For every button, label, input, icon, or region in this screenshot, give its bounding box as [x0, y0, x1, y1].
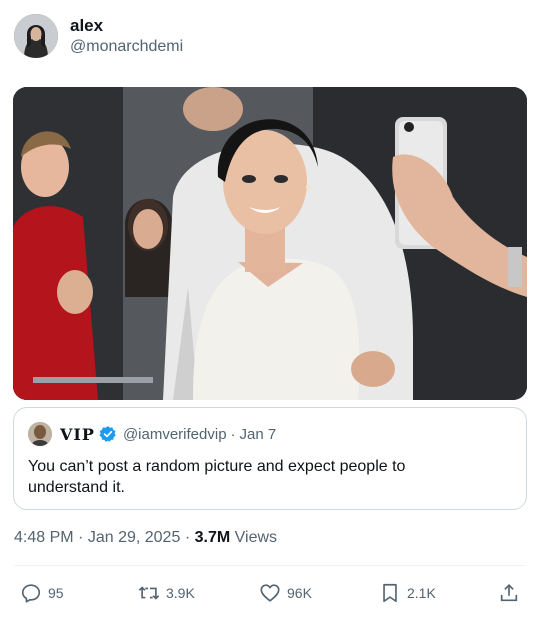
author-avatar[interactable] — [14, 14, 58, 58]
quoted-author-display-name[interactable]: VIP — [60, 425, 95, 444]
quoted-author-avatar[interactable] — [28, 422, 52, 446]
bookmark-count: 2.1K — [407, 585, 436, 601]
bookmark-icon — [383, 583, 397, 603]
views-label: Views — [234, 529, 278, 546]
post-time[interactable]: 4:48 PM — [14, 529, 74, 546]
post-meta: 4:48 PM · Jan 29, 2025 · 3.7M Views — [14, 529, 277, 547]
repost-button[interactable]: 3.9K — [138, 582, 195, 604]
views-count: 3.7M — [194, 529, 231, 546]
verified-badge-icon — [99, 425, 117, 443]
quoted-separator: · — [230, 425, 236, 443]
meta-separator: · — [78, 529, 84, 546]
post-header: alex @monarchdemi — [14, 14, 183, 58]
share-button[interactable] — [498, 582, 520, 604]
repost-count: 3.9K — [166, 585, 195, 601]
author-display-name[interactable]: alex — [70, 15, 183, 36]
heart-icon — [260, 584, 280, 602]
reply-count: 95 — [48, 585, 64, 601]
reply-button[interactable]: 95 — [20, 582, 64, 604]
post-date[interactable]: Jan 29, 2025 — [88, 529, 181, 546]
quoted-author-handle[interactable]: @iamverifedvip — [123, 426, 227, 443]
like-button[interactable]: 96K — [259, 582, 312, 604]
reply-icon — [21, 584, 41, 603]
bookmark-button[interactable]: 2.1K — [379, 582, 436, 604]
repost-icon — [138, 586, 160, 600]
quoted-post[interactable]: VIP @iamverifedvip · Jan 7 You can’t pos… — [13, 407, 527, 510]
like-count: 96K — [287, 585, 312, 601]
post-image[interactable] — [13, 87, 527, 400]
divider — [14, 565, 526, 566]
meta-separator: · — [184, 529, 191, 546]
share-icon — [500, 584, 518, 602]
quoted-post-date[interactable]: Jan 7 — [240, 426, 277, 443]
action-bar: 95 3.9K 96K 2.1K — [14, 578, 526, 608]
quoted-post-text: You can’t post a random picture and expe… — [28, 458, 406, 496]
author-handle[interactable]: @monarchdemi — [70, 37, 183, 57]
